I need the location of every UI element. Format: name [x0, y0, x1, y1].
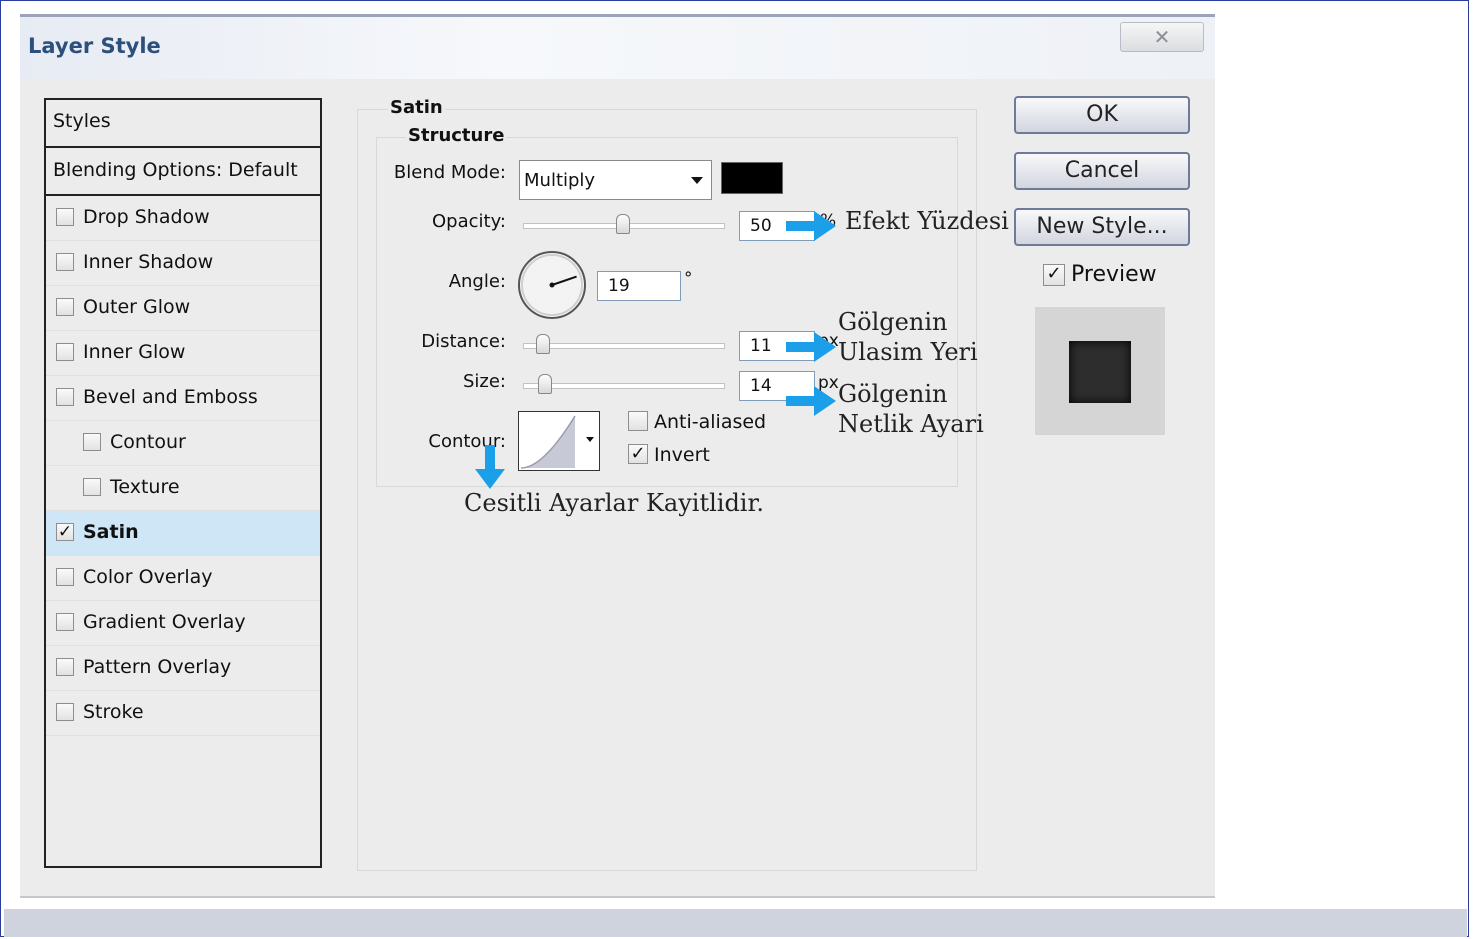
layer-style-dialog: Layer Style ✕ Styles Blending Options: D…	[20, 14, 1215, 898]
arrow-size	[786, 386, 836, 416]
arrow-contour	[475, 445, 505, 489]
annotation-contour: Cesitli Ayarlar Kayitlidir.	[464, 489, 764, 517]
annotation-distance: Gölgenin Ulasim Yeri	[838, 308, 978, 366]
arrow-distance	[786, 332, 836, 362]
annotation-arrows	[475, 211, 836, 489]
arrow-opacity	[786, 211, 836, 241]
footer-band	[4, 909, 1467, 937]
annotation-opacity: Efekt Yüzdesi	[845, 207, 1009, 235]
annotation-size: Gölgenin Netlik Ayari	[838, 380, 984, 438]
